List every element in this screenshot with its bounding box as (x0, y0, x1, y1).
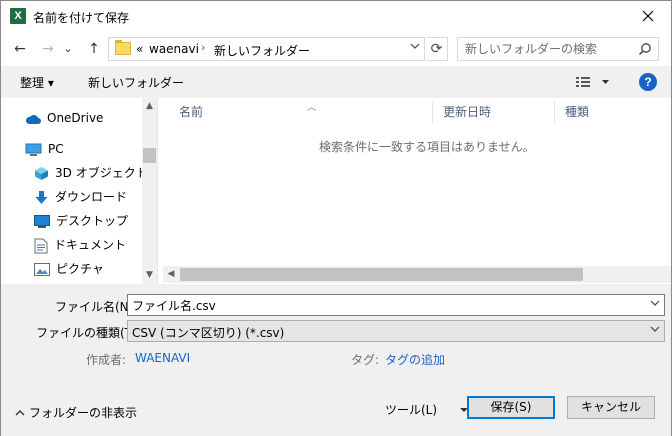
tree-item-3d-objects[interactable]: 3D オブジェクト (34, 163, 148, 183)
up-arrow-icon: ↑ (88, 41, 100, 57)
tree-item-label: PC (48, 142, 64, 156)
close-icon (642, 10, 654, 22)
document-icon (34, 238, 48, 253)
back-arrow-icon: ← (14, 41, 26, 57)
back-button[interactable]: ← (9, 39, 31, 59)
tree-item-label: ピクチャ (56, 262, 104, 276)
address-overflow[interactable]: « (136, 42, 143, 56)
title-bar: X 名前を付けて保存 (1, 1, 671, 32)
breadcrumb-waenavi[interactable]: waenavi (149, 42, 199, 56)
filelist-horizontal-scrollbar[interactable]: ◀ (163, 266, 671, 283)
cancel-button[interactable]: キャンセル (567, 396, 655, 419)
hide-folders-label: フォルダーの非表示 (29, 406, 138, 420)
tree-item-label: 3D オブジェクト (55, 166, 148, 180)
scrollbar-thumb[interactable] (143, 148, 156, 163)
download-icon (35, 191, 48, 204)
scroll-down-icon[interactable]: ▼ (142, 267, 157, 284)
author-label: 作成者: (86, 353, 127, 367)
address-bar[interactable]: « waenavi › 新しいフォルダー (108, 37, 425, 61)
folder-icon (115, 40, 131, 55)
column-header-label: 名前 (179, 105, 204, 119)
tools-menu-button[interactable]: ツール(L) (385, 401, 469, 418)
excel-app-icon: X (10, 8, 29, 24)
tree-item-desktop[interactable]: デスクトップ (34, 211, 128, 231)
tree-item-documents[interactable]: ドキュメント (34, 235, 126, 255)
command-bar: 整理 ▾ 新しいフォルダー ? (1, 66, 671, 98)
forward-button[interactable]: → (37, 39, 59, 59)
change-view-button[interactable] (575, 75, 611, 89)
tree-item-pictures[interactable]: ピクチャ (34, 259, 104, 279)
file-list: ︿ 名前 更新日時 種類 検索条件に一致する項目はありません。 ◀ (159, 98, 671, 284)
tools-label: ツール(L) (385, 403, 438, 417)
desktop-icon (34, 215, 50, 228)
filename-input[interactable] (128, 295, 638, 315)
sort-ascending-icon: ︿ (307, 103, 317, 113)
scrollbar-thumb[interactable] (180, 268, 583, 281)
cloud-icon (25, 114, 41, 124)
column-header-modified[interactable]: 更新日時 (433, 101, 555, 123)
filetype-selected-value: CSV (コンマ区切り) (*.csv) (132, 326, 285, 340)
breadcrumb-current-folder[interactable]: 新しいフォルダー (214, 42, 310, 59)
tree-item-label: ダウンロード (55, 190, 128, 204)
3d-objects-icon (35, 167, 48, 180)
column-header-name[interactable]: ︿ 名前 (169, 101, 433, 123)
pictures-icon (34, 263, 50, 276)
save-form-panel: ファイル名(N): ファイルの種類(T): CSV (コンマ区切り) (*.cs… (1, 284, 671, 436)
tree-item-onedrive[interactable]: OneDrive (25, 108, 103, 128)
column-header-type[interactable]: 種類 (555, 101, 655, 123)
tree-item-label: ドキュメント (54, 238, 127, 252)
navigation-pane: OneDrive PC 3D オブジェクト ダウンロード デスクトップ ドキュメ… (1, 98, 158, 284)
hide-folders-button[interactable]: フォルダーの非表示 (15, 404, 137, 421)
chevron-up-icon (15, 410, 25, 416)
tree-item-downloads[interactable]: ダウンロード (34, 187, 127, 207)
tree-item-label: OneDrive (47, 111, 104, 125)
scroll-left-icon[interactable]: ◀ (163, 266, 179, 283)
search-input[interactable] (458, 38, 638, 60)
refresh-icon: ⟳ (430, 41, 443, 57)
breadcrumb-separator[interactable]: › (201, 41, 205, 54)
address-dropdown-icon[interactable] (410, 41, 420, 54)
search-icon (638, 43, 651, 56)
navigation-bar: ← → ⌄ ↑ « waenavi › 新しいフォルダー ⟳ (1, 32, 671, 66)
scroll-up-icon[interactable]: ▲ (142, 98, 157, 115)
chevron-down-icon[interactable] (650, 324, 660, 337)
details-view-icon (576, 77, 609, 87)
new-folder-button[interactable]: 新しいフォルダー (88, 74, 184, 91)
computer-icon (25, 143, 42, 156)
filename-label: ファイル名(N): (55, 300, 138, 314)
chevron-down-icon: ⌄ (63, 42, 73, 55)
empty-results-message: 検索条件に一致する項目はありません。 (319, 140, 535, 154)
refresh-button[interactable]: ⟳ (426, 37, 448, 61)
dialog-title: 名前を付けて保存 (33, 11, 130, 25)
help-button[interactable]: ? (639, 73, 657, 91)
filename-field[interactable] (127, 294, 665, 316)
filetype-select[interactable]: CSV (コンマ区切り) (*.csv) (127, 320, 665, 342)
column-header-label: 更新日時 (443, 105, 492, 119)
up-button[interactable]: ↑ (83, 39, 105, 59)
tree-item-pc[interactable]: PC (25, 139, 64, 159)
tags-label: タグ: (351, 353, 380, 367)
filetype-label: ファイルの種類(T): (36, 326, 141, 340)
column-header-label: 種類 (565, 105, 590, 119)
save-button[interactable]: 保存(S) (467, 396, 555, 419)
organize-menu-button[interactable]: 整理 ▾ (20, 74, 54, 91)
tags-input[interactable]: タグの追加 (385, 351, 445, 368)
search-box[interactable] (457, 37, 659, 61)
chevron-down-icon[interactable] (650, 298, 660, 311)
close-button[interactable] (625, 1, 671, 32)
forward-arrow-icon: → (42, 41, 54, 57)
recent-locations-button[interactable]: ⌄ (61, 39, 75, 59)
tree-item-label: デスクトップ (56, 214, 129, 228)
save-as-dialog: X 名前を付けて保存 ← → ⌄ ↑ « waenavi › 新しいフォルダー (0, 0, 672, 436)
navpane-scrollbar[interactable]: ▲ ▼ (142, 98, 157, 284)
author-value[interactable]: WAENAVI (135, 351, 190, 365)
